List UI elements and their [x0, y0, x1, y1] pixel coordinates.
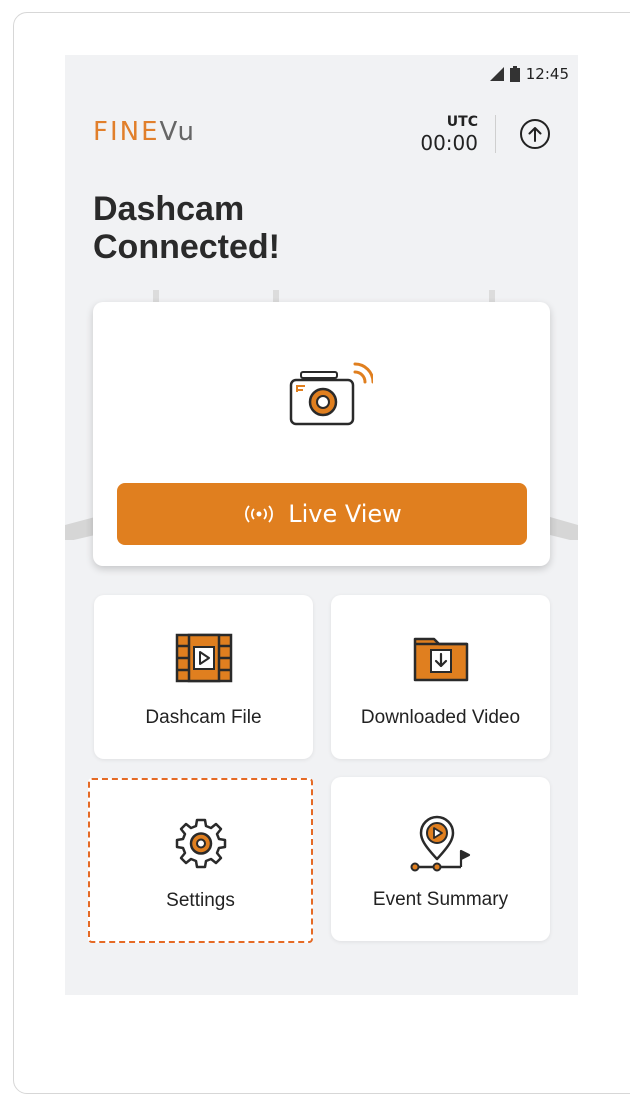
event-summary-tile[interactable]: Event Summary: [331, 777, 550, 941]
page-title: Dashcam Connected!: [93, 190, 280, 267]
settings-tile[interactable]: Settings: [88, 778, 313, 943]
utc-label: UTC: [446, 114, 478, 130]
signal-icon: [489, 67, 504, 81]
settings-label: Settings: [166, 890, 235, 911]
downloaded-video-tile[interactable]: Downloaded Video: [331, 595, 550, 759]
status-bar: 12:45: [489, 65, 569, 83]
arrow-up-icon: [528, 127, 542, 142]
utc-time: 00:00: [420, 131, 478, 155]
utc-clock: UTC 00:00: [420, 115, 478, 153]
finevu-logo: FINEVu: [93, 117, 196, 147]
upload-button[interactable]: [520, 119, 550, 149]
dashcam-file-label: Dashcam File: [145, 707, 262, 728]
folder-download-icon: [413, 637, 468, 682]
event-route-icon: [410, 815, 470, 872]
live-view-label: Live View: [288, 500, 402, 528]
dashcam-hero-card: Live View: [93, 302, 550, 566]
live-view-button[interactable]: Live View: [117, 483, 527, 545]
battery-icon: [509, 66, 520, 82]
film-play-icon: [175, 633, 232, 683]
app-header: FINEVu UTC 00:00: [65, 115, 578, 165]
status-time: 12:45: [525, 65, 569, 83]
header-divider: [495, 115, 496, 153]
gear-icon: [175, 818, 226, 869]
broadcast-icon: [245, 505, 274, 523]
dashcam-wifi-icon: [289, 362, 373, 426]
app-screen: 12:45 FINEVu UTC 00:00 Dashcam Connected…: [65, 55, 578, 995]
downloaded-video-label: Downloaded Video: [360, 707, 521, 728]
event-summary-label: Event Summary: [372, 889, 509, 910]
dashcam-file-tile[interactable]: Dashcam File: [94, 595, 313, 759]
